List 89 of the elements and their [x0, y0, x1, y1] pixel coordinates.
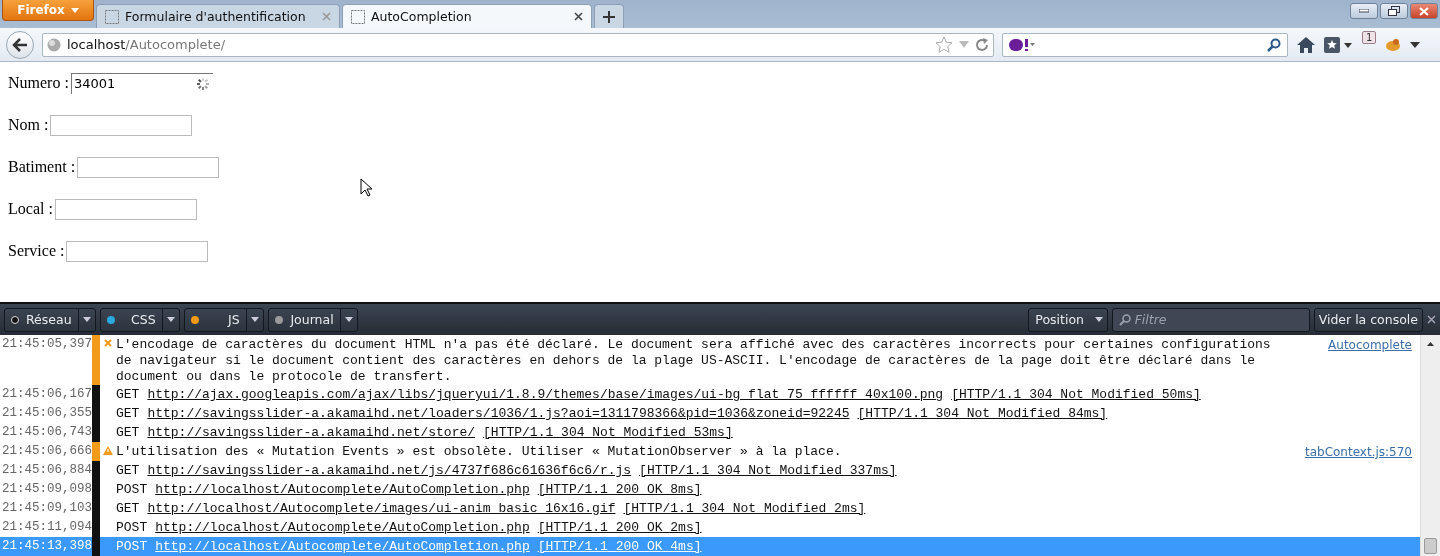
- request-method: POST: [116, 538, 148, 555]
- log-message: L'encodage de caractères du document HTML n'a pas été déclaré. Le document sera affiché avec des caractères incorrects pour certaines configurations de navigateur si le document contient des caractères en dehors de la plage US-ASCII. L'encodage de caractères de la page doit être déclaré dans le document ou dans le protocole de transfert.: [116, 337, 1272, 385]
- filter-button[interactable]: JS: [183, 307, 264, 332]
- response-status-link[interactable]: [HTTP/1.1 304 Not Modified 53ms]: [483, 424, 733, 441]
- timestamp: 21:45:06,743: [1, 424, 92, 439]
- address-field[interactable]: localhost/Autocomplete/: [42, 32, 994, 57]
- field-label: Service :: [8, 242, 65, 260]
- text-field[interactable]: [77, 156, 220, 178]
- response-status-link[interactable]: [HTTP/1.1 200 OK 2ms]: [537, 519, 702, 536]
- position-button[interactable]: Position: [1027, 307, 1108, 332]
- request-method: POST: [116, 481, 148, 498]
- field-label: Numero :: [8, 74, 69, 92]
- plus-icon: [603, 10, 615, 23]
- close-icon: [1419, 6, 1429, 16]
- browser-tab[interactable]: AutoCompletion: [342, 4, 592, 28]
- field-label: Local :: [8, 200, 53, 218]
- tab-title: Formulaire d'authentification: [125, 9, 307, 24]
- home-button[interactable]: [1296, 35, 1316, 54]
- timestamp: 21:45:06,666: [1, 443, 92, 458]
- close-icon[interactable]: [574, 12, 583, 21]
- request-url-link[interactable]: http://localhost/Autocomplete/images/ui-anim_basic_16x16.gif: [147, 500, 616, 517]
- response-status-link[interactable]: [HTTP/1.1 304 Not Modified 337ms]: [639, 462, 897, 479]
- notification-badge[interactable]: 1: [1362, 31, 1377, 44]
- filter-button[interactable]: Journal: [267, 307, 358, 332]
- star-icon[interactable]: [935, 36, 953, 53]
- warning-icon: [103, 446, 113, 455]
- source-link[interactable]: tabContext.js:570: [1304, 444, 1412, 460]
- error-icon: [104, 339, 112, 347]
- page-icon: [105, 9, 119, 24]
- filter-field[interactable]: Filtre: [1111, 307, 1310, 332]
- timestamp: 21:45:06,884: [1, 462, 92, 477]
- mouse-pointer-icon: [360, 178, 372, 197]
- filter-button[interactable]: Réseau: [4, 307, 96, 332]
- request-url-link[interactable]: http://localhost/Autocomplete/AutoCompletion.php: [155, 481, 530, 498]
- request-method: POST: [116, 519, 148, 536]
- globe-icon: [47, 37, 61, 52]
- request-url-link[interactable]: http://savingsslider-a.akamaihd.net/js/4737f686c61636f6c6/r.js: [147, 462, 632, 479]
- search-icon: [1118, 313, 1131, 326]
- timestamp: 21:45:13,398: [1, 538, 92, 553]
- response-status-link[interactable]: [HTTP/1.1 200 OK 8ms]: [537, 481, 702, 498]
- close-window-button[interactable]: [1410, 3, 1438, 19]
- request-url-link[interactable]: http://savingsslider-a.akamaihd.net/loaders/1036/1.js?aoi=1311798366&pid=1036&zoneid=92245: [147, 405, 850, 422]
- tab-title: AutoCompletion: [371, 9, 473, 24]
- field-label: Batiment :: [8, 158, 76, 176]
- timestamp: 21:45:05,397: [1, 336, 92, 351]
- timestamp: 21:45:09,103: [1, 500, 92, 515]
- clear-console-button[interactable]: Vider la console: [1313, 307, 1423, 332]
- timestamp: 21:45:06,167: [1, 386, 92, 401]
- restore-icon: [1388, 6, 1400, 16]
- text-field[interactable]: [50, 114, 193, 136]
- field-label: Nom :: [8, 116, 49, 134]
- scrollbar-thumb[interactable]: [1424, 538, 1437, 554]
- search-field[interactable]: [1002, 32, 1288, 57]
- restore-button[interactable]: [1380, 3, 1408, 19]
- url-text: localhost/Autocomplete/: [67, 37, 227, 52]
- browser-tab[interactable]: Formulaire d'authentification: [96, 4, 340, 28]
- timestamp: 21:45:11,094: [1, 519, 92, 534]
- request-method: GET: [116, 386, 140, 403]
- new-tab-button[interactable]: [594, 4, 624, 28]
- bug-icon[interactable]: [1384, 36, 1403, 53]
- menu-dropdown-icon[interactable]: [1410, 41, 1421, 48]
- close-icon[interactable]: [1427, 315, 1436, 324]
- back-button[interactable]: [6, 30, 34, 59]
- text-field[interactable]: [66, 240, 209, 262]
- back-arrow-icon: [12, 37, 28, 52]
- request-url-link[interactable]: http://localhost/Autocomplete/AutoCompletion.php: [155, 519, 530, 536]
- minimize-icon: [1359, 9, 1369, 13]
- page-icon: [351, 9, 365, 24]
- response-status-link[interactable]: [HTTP/1.1 304 Not Modified 2ms]: [623, 500, 866, 517]
- reload-icon[interactable]: [975, 37, 989, 52]
- request-method: GET: [116, 462, 140, 479]
- search-engine-icon: [1009, 38, 1035, 51]
- request-url-link[interactable]: http://ajax.googleapis.com/ajax/libs/jqueryui/1.8.9/themes/base/images/ui-bg_flat_75_ffffff_40x100.png: [147, 386, 944, 403]
- request-url-link[interactable]: http://savingsslider-a.akamaihd.net/store/: [147, 424, 476, 441]
- response-status-link[interactable]: [HTTP/1.1 304 Not Modified 50ms]: [951, 386, 1201, 403]
- bookmarks-button[interactable]: [1324, 35, 1354, 54]
- response-status-link[interactable]: [HTTP/1.1 304 Not Modified 84ms]: [857, 405, 1108, 422]
- text-field[interactable]: 34001: [70, 72, 213, 94]
- timestamp: 21:45:06,355: [1, 405, 92, 420]
- log-message: L'utilisation des « Mutation Events » est obsolète. Utiliser « MutationObserver » à la place.: [116, 444, 843, 460]
- filter-button[interactable]: CSS: [99, 307, 180, 332]
- request-method: GET: [116, 405, 140, 422]
- timestamp: 21:45:09,098: [1, 481, 92, 496]
- caret-icon: [70, 7, 79, 13]
- request-method: GET: [116, 424, 140, 441]
- text-field[interactable]: [54, 198, 197, 220]
- request-method: GET: [116, 500, 140, 517]
- search-icon[interactable]: [1267, 37, 1281, 52]
- source-link[interactable]: Autocomplete: [1328, 337, 1412, 385]
